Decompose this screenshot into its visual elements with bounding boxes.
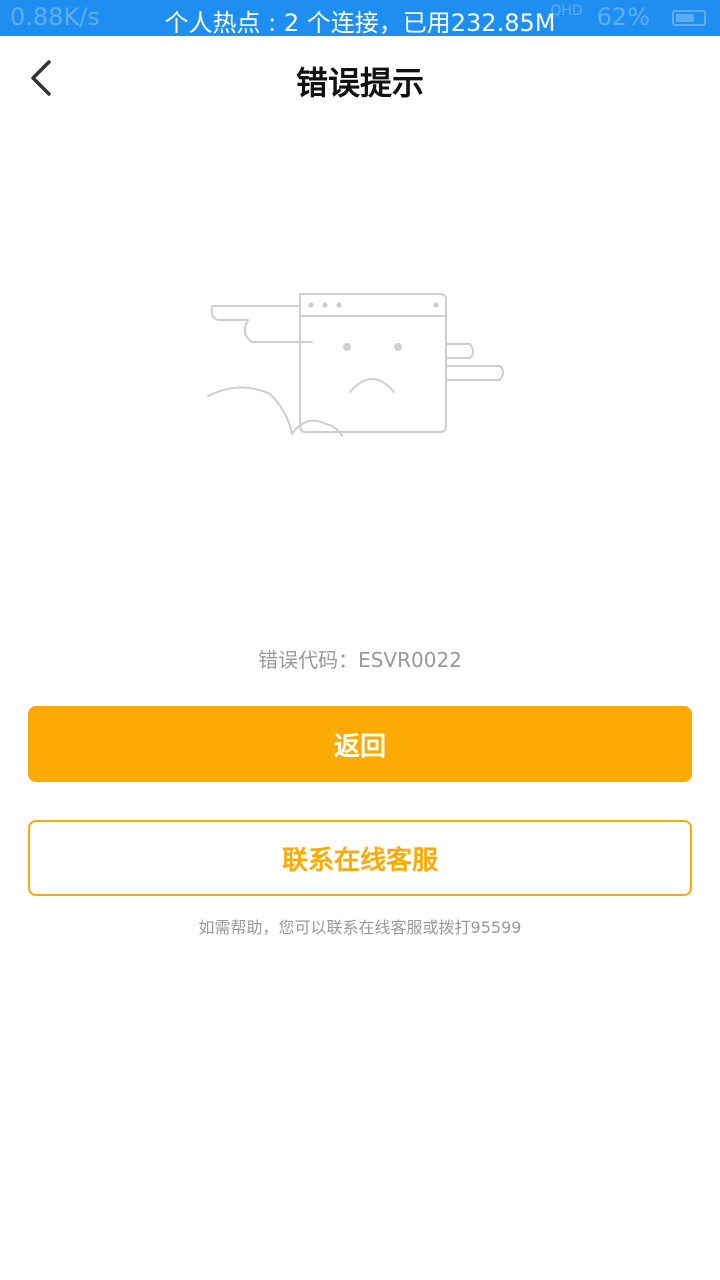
status-bar: 0.88K/s QHD 62% 个人热点 : 2 个连接，已用232.85M xyxy=(0,0,720,36)
help-hint-text: 如需帮助，您可以联系在线客服或拨打95599 xyxy=(198,918,522,937)
error-code-label: 错误代码：ESVR0022 xyxy=(258,648,462,672)
hotspot-notification: 个人热点 : 2 个连接，已用232.85M xyxy=(164,9,556,36)
navigation-bar: 错误提示 xyxy=(0,36,720,122)
sad-browser-window-illustration xyxy=(207,293,504,437)
page-title: 错误提示 xyxy=(295,64,424,102)
contact-customer-service-button[interactable]: 联系在线客服 xyxy=(28,820,692,896)
return-button[interactable]: 返回 xyxy=(28,706,692,782)
